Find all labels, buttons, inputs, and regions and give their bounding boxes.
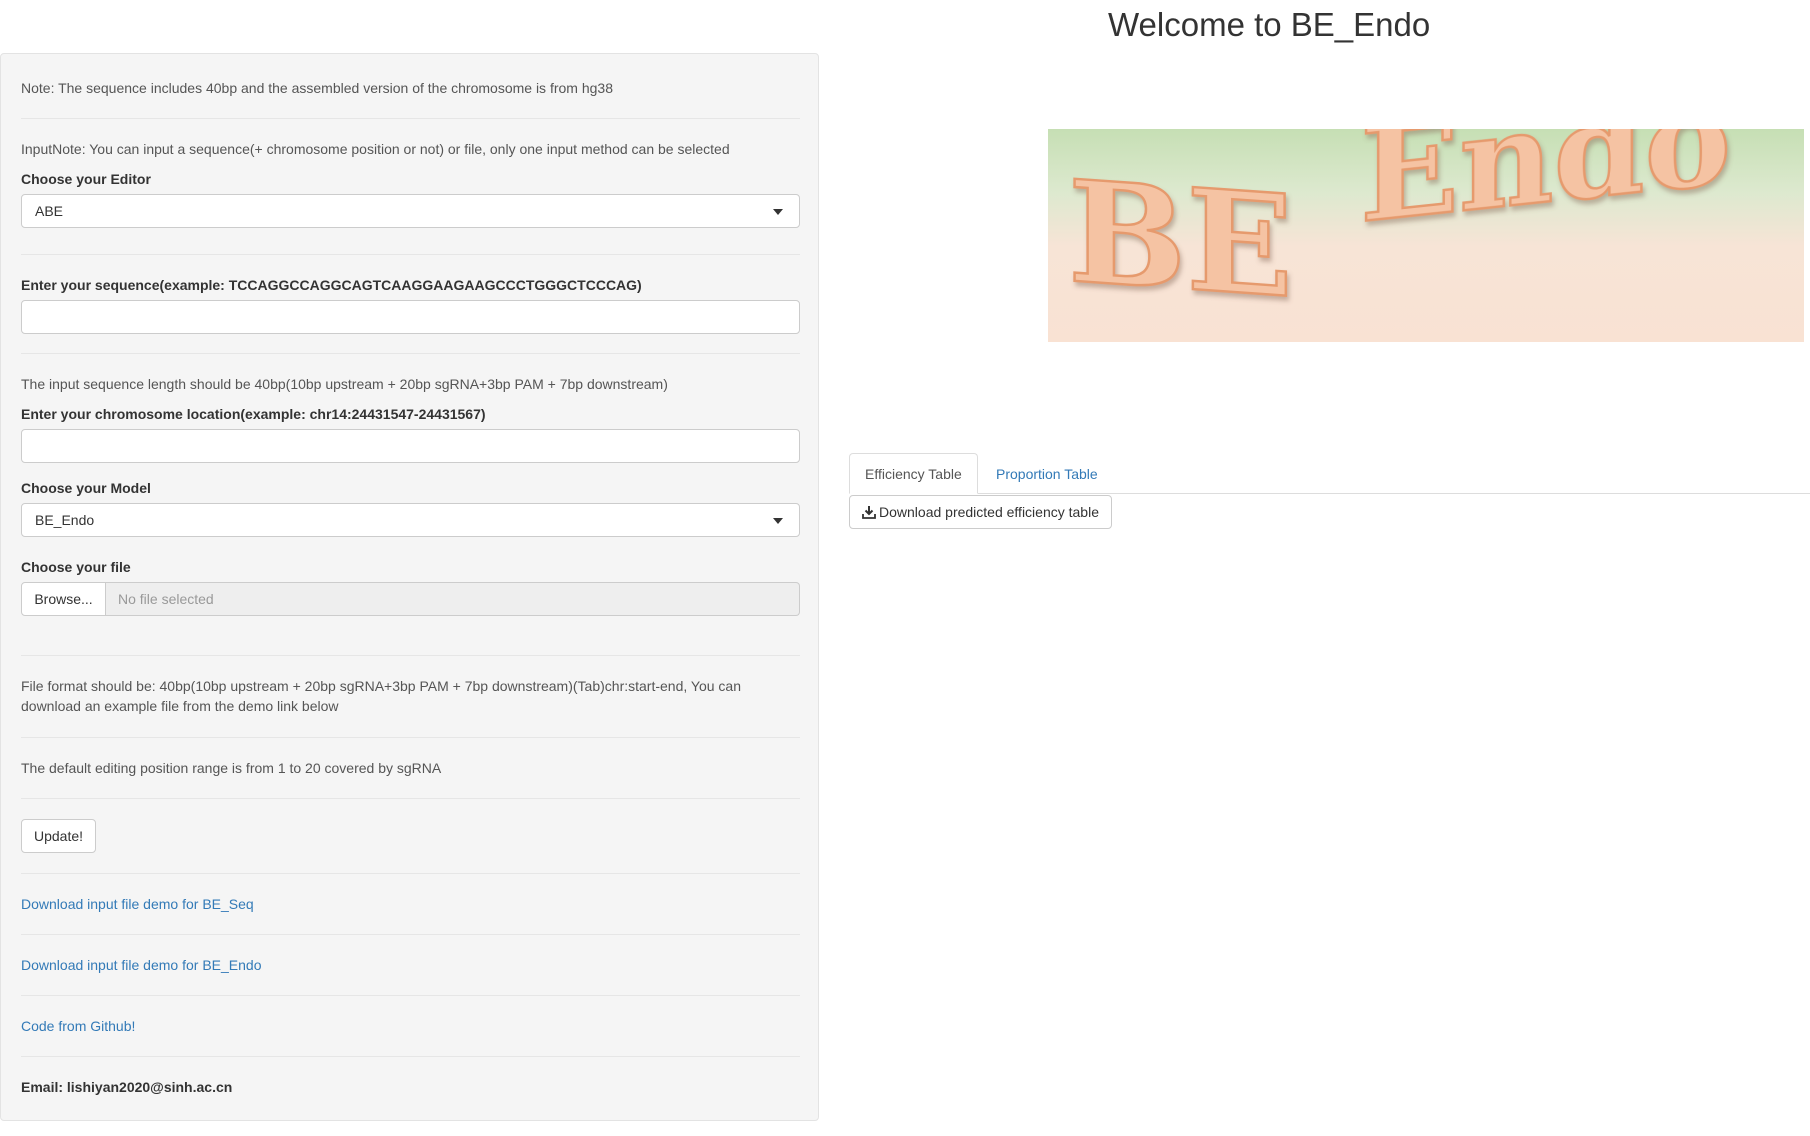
divider bbox=[21, 353, 800, 354]
sequence-input[interactable] bbox=[21, 300, 800, 334]
divider bbox=[21, 798, 800, 799]
divider bbox=[21, 934, 800, 935]
page-title: Welcome to BE_Endo bbox=[1108, 6, 1431, 43]
demo-endo-link[interactable]: Download input file demo for BE_Endo bbox=[21, 957, 261, 973]
divider bbox=[21, 873, 800, 874]
browse-button[interactable]: Browse... bbox=[21, 582, 106, 616]
model-select-value: BE_Endo bbox=[35, 512, 95, 528]
file-format-note: File format should be: 40bp(10bp upstrea… bbox=[21, 678, 741, 714]
sidebar-panel: Note: The sequence includes 40bp and the… bbox=[0, 53, 819, 1121]
svg-text:BE: BE bbox=[1068, 150, 1293, 331]
file-input-group: Browse... No file selected bbox=[21, 582, 800, 616]
demo-seq-link[interactable]: Download input file demo for BE_Seq bbox=[21, 896, 254, 912]
be-endo-banner: BE Endo bbox=[1048, 129, 1804, 342]
default-range-note: The default editing position range is fr… bbox=[21, 760, 442, 776]
tab-efficiency-table[interactable]: Efficiency Table bbox=[849, 453, 978, 494]
chromosome-label: Enter your chromosome location(example: … bbox=[21, 406, 486, 422]
caret-down-icon bbox=[773, 209, 783, 215]
editor-select-value: ABE bbox=[35, 203, 64, 219]
sequence-note: Note: The sequence includes 40bp and the… bbox=[21, 80, 613, 96]
download-efficiency-label: Download predicted efficiency table bbox=[879, 504, 1099, 520]
tab-proportion-table[interactable]: Proportion Table bbox=[980, 453, 1114, 494]
editor-label: Choose your Editor bbox=[21, 171, 151, 187]
banner-logo: BE Endo bbox=[1067, 129, 1733, 331]
caret-down-icon bbox=[773, 518, 783, 524]
svg-text:Endo: Endo bbox=[1360, 129, 1731, 252]
update-button[interactable]: Update! bbox=[21, 819, 97, 853]
sequence-label: Enter your sequence(example: TCCAGGCCAGG… bbox=[21, 277, 642, 293]
divider bbox=[21, 737, 800, 738]
input-note: InputNote: You can input a sequence(+ ch… bbox=[21, 141, 730, 157]
contact-email: Email: lishiyan2020@sinh.ac.cn bbox=[21, 1079, 233, 1095]
model-select[interactable]: BE_Endo bbox=[21, 503, 800, 537]
file-label: Choose your file bbox=[21, 559, 131, 575]
chromosome-input[interactable] bbox=[21, 429, 800, 463]
model-label: Choose your Model bbox=[21, 480, 151, 496]
divider bbox=[21, 118, 800, 119]
download-icon bbox=[862, 506, 876, 519]
divider bbox=[21, 1056, 800, 1057]
editor-select[interactable]: ABE bbox=[21, 194, 800, 228]
divider bbox=[21, 995, 800, 996]
update-button-wrap: Update! bbox=[21, 819, 97, 853]
result-tabs: Efficiency Table Proportion Table bbox=[849, 453, 1810, 494]
length-note: The input sequence length should be 40bp… bbox=[21, 376, 668, 392]
divider bbox=[21, 254, 800, 255]
divider bbox=[21, 655, 800, 656]
github-link[interactable]: Code from Github! bbox=[21, 1018, 135, 1034]
file-name-display: No file selected bbox=[106, 582, 800, 616]
download-efficiency-button[interactable]: Download predicted efficiency table bbox=[849, 495, 1112, 529]
